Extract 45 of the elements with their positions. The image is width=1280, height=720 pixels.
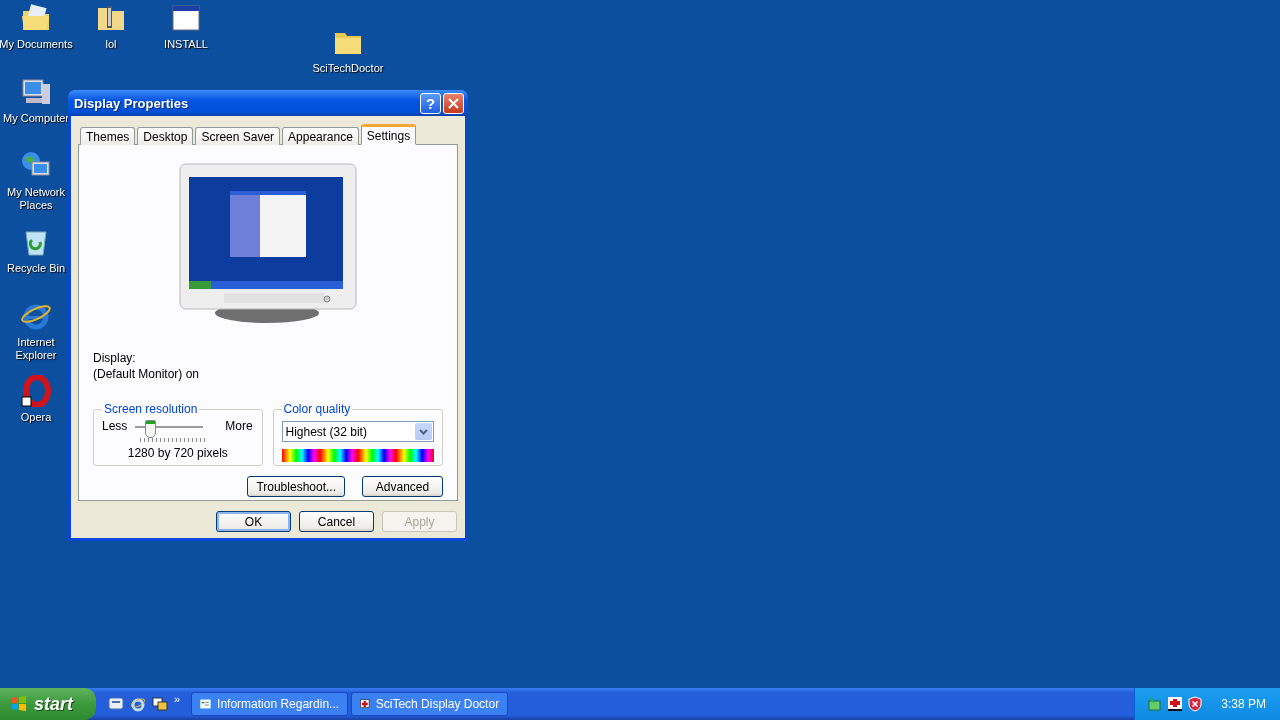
program-window-icon <box>170 2 202 34</box>
desktop-icon-label[interactable]: Recycle Bin <box>6 262 66 275</box>
close-button[interactable] <box>443 92 464 114</box>
clock: 3:38 PM <box>1221 697 1266 711</box>
start-button[interactable]: start <box>0 688 96 720</box>
desktop-icon-label[interactable]: SciTechDoctor <box>312 62 384 75</box>
chevron-down-icon <box>419 428 428 435</box>
tab[interactable]: Settings <box>360 124 417 145</box>
tab[interactable]: Screen Saver <box>195 127 281 145</box>
dialog-button[interactable]: OK <box>216 511 291 532</box>
letter-o-logo-icon <box>20 375 52 407</box>
document-list-icon <box>200 696 212 712</box>
tab[interactable]: Appearance <box>282 127 359 145</box>
close-icon <box>448 97 459 109</box>
dialog-button[interactable]: Troubleshoot... <box>247 476 345 497</box>
window-title: Display Properties <box>74 95 190 111</box>
dialog-button[interactable]: Advanced <box>362 476 443 497</box>
group-title: Screen resolution <box>103 402 199 416</box>
desktop-icon-label[interactable]: My Documents <box>0 38 73 51</box>
resolution-reading: 1280 by 720 pixels <box>126 446 229 460</box>
tab[interactable]: Themes <box>80 127 136 145</box>
more-label: More <box>225 418 253 434</box>
display-label: Display: <box>93 350 137 366</box>
help-button[interactable]: ? <box>420 92 441 114</box>
slider-thumb[interactable] <box>145 420 157 438</box>
less-label: Less <box>102 418 128 434</box>
desktop-icon-label[interactable]: lol <box>105 38 117 51</box>
windows-flag-icon <box>10 695 28 713</box>
switch-windows-icon[interactable] <box>152 696 168 712</box>
tab[interactable]: Desktop <box>137 127 194 145</box>
color-quality-dropdown[interactable]: Highest (32 bit) <box>281 421 434 442</box>
taskbar-task-button[interactable]: Information Regardin... <box>191 692 349 716</box>
slider-ticks <box>140 438 208 442</box>
browser-e-icon[interactable] <box>130 696 146 712</box>
display-value: (Default Monitor) on <box>93 366 201 382</box>
desktop-icon-label[interactable]: My Computer <box>3 112 69 125</box>
group-title: Color quality <box>282 402 352 416</box>
medical-cross-icon[interactable] <box>1167 696 1184 712</box>
desktop-icon-label[interactable]: INSTALL <box>164 38 208 51</box>
taskbar-task-button[interactable]: SciTech Display Doctor <box>351 692 509 716</box>
shield-alert-icon[interactable] <box>1187 696 1204 712</box>
dialog-button[interactable]: Cancel <box>299 511 374 532</box>
more-chevron[interactable]: » <box>174 693 181 705</box>
desktop-icon-label[interactable]: Opera <box>20 411 52 424</box>
show-desktop-icon[interactable] <box>108 696 124 712</box>
